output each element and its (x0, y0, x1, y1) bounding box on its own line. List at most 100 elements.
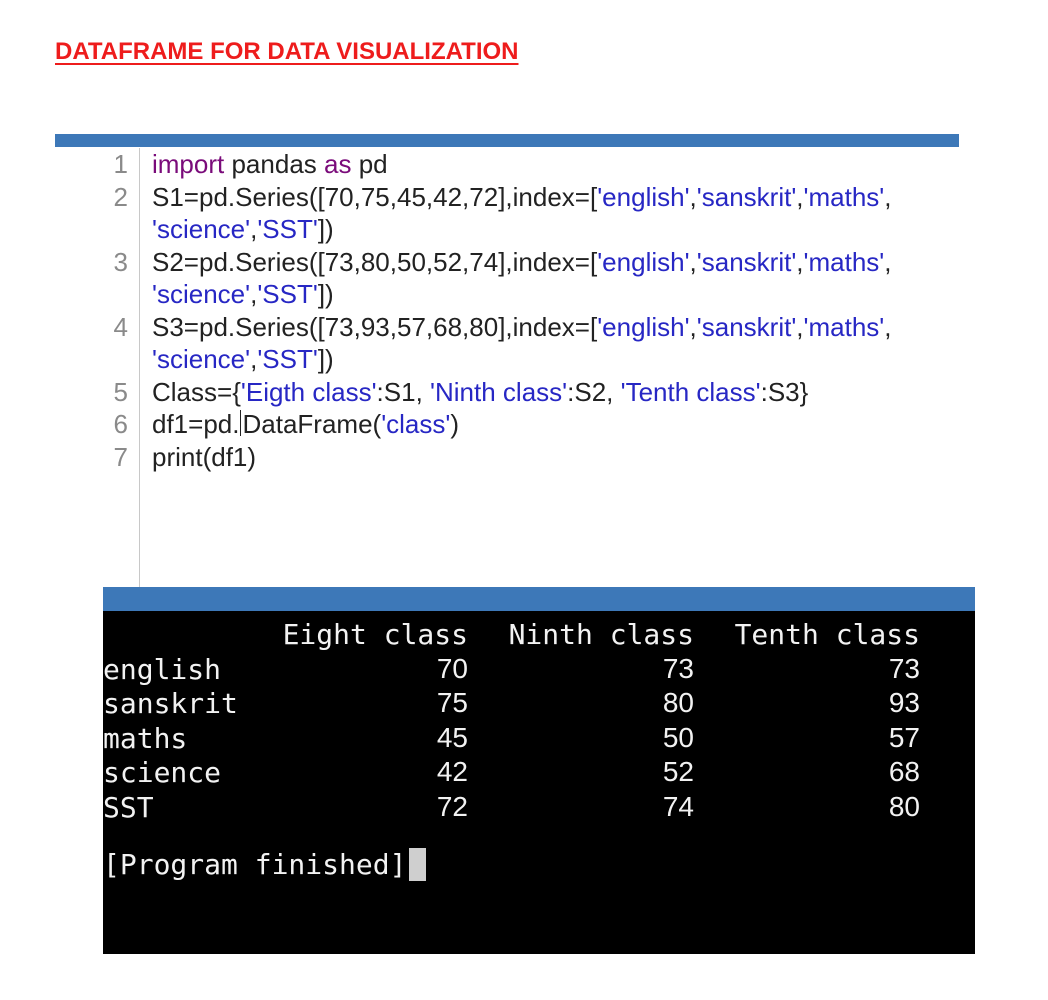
code-text[interactable]: S2=pd.Series([73,80,50,52,74],index=['en… (152, 246, 932, 311)
string-token: 'Tenth class' (620, 376, 761, 407)
code-lines[interactable]: 1 import pandas as pd 2 S1=pd.Series([70,75… (55, 148, 959, 473)
string-token: 'english' (597, 311, 690, 342)
table-cell: 68 (888, 756, 920, 787)
code-line[interactable]: 5 Class={'Eigth class':S1, 'Ninth class':… (55, 376, 959, 409)
table-row: maths 45 50 57 (103, 722, 920, 757)
code-text[interactable]: S3=pd.Series([73,93,57,68,80],index=['en… (152, 311, 932, 376)
string-token: 'maths' (803, 246, 885, 277)
code-token: pandas (224, 149, 324, 179)
row-label: SST (103, 790, 154, 824)
row-label: sanskrit (103, 687, 238, 720)
table-cell: 75 (436, 687, 468, 718)
table-cell: 45 (436, 721, 468, 753)
code-token: , (689, 311, 697, 342)
index-header (103, 618, 278, 653)
code-token: pd (351, 149, 388, 179)
code-text[interactable]: df1=pd. DataFrame('class') (152, 408, 932, 441)
line-number: 6 (113, 409, 128, 439)
string-token: 'Ninth class' (430, 376, 568, 407)
code-token: Class={ (152, 376, 241, 407)
string-token: 'SST' (257, 279, 318, 309)
table-cell: 80 (662, 687, 694, 718)
table-row: english 70 73 73 (103, 653, 920, 688)
string-token: 'science' (152, 214, 251, 244)
code-text[interactable]: S1=pd.Series([70,75,45,42,72],index=['en… (152, 181, 932, 246)
document-title: DATAFRAME FOR DATA VISUALIZATION (55, 38, 519, 65)
code-token: S1=pd.Series([70,75,45,42,72],index=[ (152, 181, 598, 212)
string-token: 'maths' (803, 181, 885, 212)
code-token: :S3} (760, 376, 809, 407)
line-number: 2 (113, 181, 128, 212)
table-cell: 70 (436, 652, 468, 684)
code-token: :S1, (376, 376, 431, 407)
keyword-token: import (152, 149, 225, 179)
string-token: 'SST' (257, 214, 318, 244)
code-token: , (884, 311, 899, 342)
dataframe-output-table: Eight class Ninth class Tenth class engl… (103, 618, 920, 825)
line-number: 4 (113, 311, 128, 342)
string-token: 'english' (597, 246, 690, 277)
code-token: ]) (317, 214, 334, 244)
code-token: ) (450, 409, 460, 439)
column-header: Ninth class (508, 618, 694, 651)
string-token: 'science' (152, 279, 251, 309)
table-cell: 73 (888, 652, 920, 684)
line-number: 5 (113, 376, 128, 407)
code-line[interactable]: 1 import pandas as pd (55, 148, 959, 181)
table-cell: 42 (436, 756, 468, 787)
column-header: Eight class (282, 618, 468, 651)
code-token: , (884, 246, 899, 277)
program-finished-text: [Program finished] (103, 848, 407, 881)
string-token: 'class' (381, 409, 451, 439)
table-row: SST 72 74 80 (103, 791, 920, 826)
column-header: Tenth class (734, 618, 920, 651)
table-cell: 50 (662, 721, 694, 753)
table-cell: 72 (436, 790, 468, 822)
code-token: :S2, (567, 376, 621, 407)
row-label: science (103, 756, 222, 789)
code-text[interactable]: print(df1) (152, 441, 932, 474)
code-token: , (796, 246, 804, 277)
code-token: print(df1) (152, 441, 257, 472)
cursor-block[interactable] (409, 848, 427, 881)
table-body: english 70 73 73 sanskrit 75 80 93 maths 45 50 57 sc… (103, 653, 920, 826)
code-token: ]) (317, 279, 334, 309)
terminal-top-bar (103, 587, 975, 611)
code-token: df1=pd. (152, 409, 240, 439)
line-number: 7 (113, 441, 128, 472)
table-cell: 73 (662, 652, 694, 684)
code-line[interactable]: 6 df1=pd. DataFrame('class') (55, 408, 959, 441)
code-line[interactable]: 3 S2=pd.Series([73,80,50,52,74],index=['e… (55, 246, 959, 311)
row-label: english (103, 652, 222, 686)
string-token: 'maths' (803, 311, 885, 342)
code-line[interactable]: 7 print(df1) (55, 441, 959, 474)
program-finished-line: [Program finished] (103, 848, 427, 881)
string-token: 'sanskrit' (696, 311, 797, 342)
table-cell: 80 (888, 790, 920, 822)
code-token: S2=pd.Series([73,80,50,52,74],index=[ (152, 246, 598, 277)
code-token: , (884, 181, 899, 212)
table-header-row: Eight class Ninth class Tenth class (103, 618, 920, 653)
string-token: 'english' (597, 181, 690, 212)
table-row: science 42 52 68 (103, 756, 920, 791)
string-token: 'sanskrit' (696, 246, 797, 277)
table-row: sanskrit 75 80 93 (103, 687, 920, 722)
code-token: DataFrame( (242, 409, 382, 439)
terminal-output[interactable]: Eight class Ninth class Tenth class engl… (103, 587, 975, 954)
code-token: , (689, 246, 697, 277)
code-line[interactable]: 2 S1=pd.Series([70,75,45,42,72],index=['e… (55, 181, 959, 246)
code-line[interactable]: 4 S3=pd.Series([73,93,57,68,80],index=['e… (55, 311, 959, 376)
string-token: 'sanskrit' (696, 181, 797, 212)
editor-top-bar (55, 134, 959, 147)
code-token: ]) (317, 344, 334, 374)
string-token: 'SST' (257, 344, 318, 374)
code-token: , (796, 181, 804, 212)
code-token: , (796, 311, 804, 342)
code-text[interactable]: import pandas as pd (152, 148, 932, 181)
code-token: , (689, 181, 697, 212)
code-editor[interactable]: 1 import pandas as pd 2 S1=pd.Series([70,75… (55, 134, 959, 618)
string-token: 'Eigth class' (240, 376, 377, 407)
code-text[interactable]: Class={'Eigth class':S1, 'Ninth class':S… (152, 376, 932, 409)
table-cell: 57 (888, 721, 920, 753)
table-cell: 74 (662, 790, 694, 822)
